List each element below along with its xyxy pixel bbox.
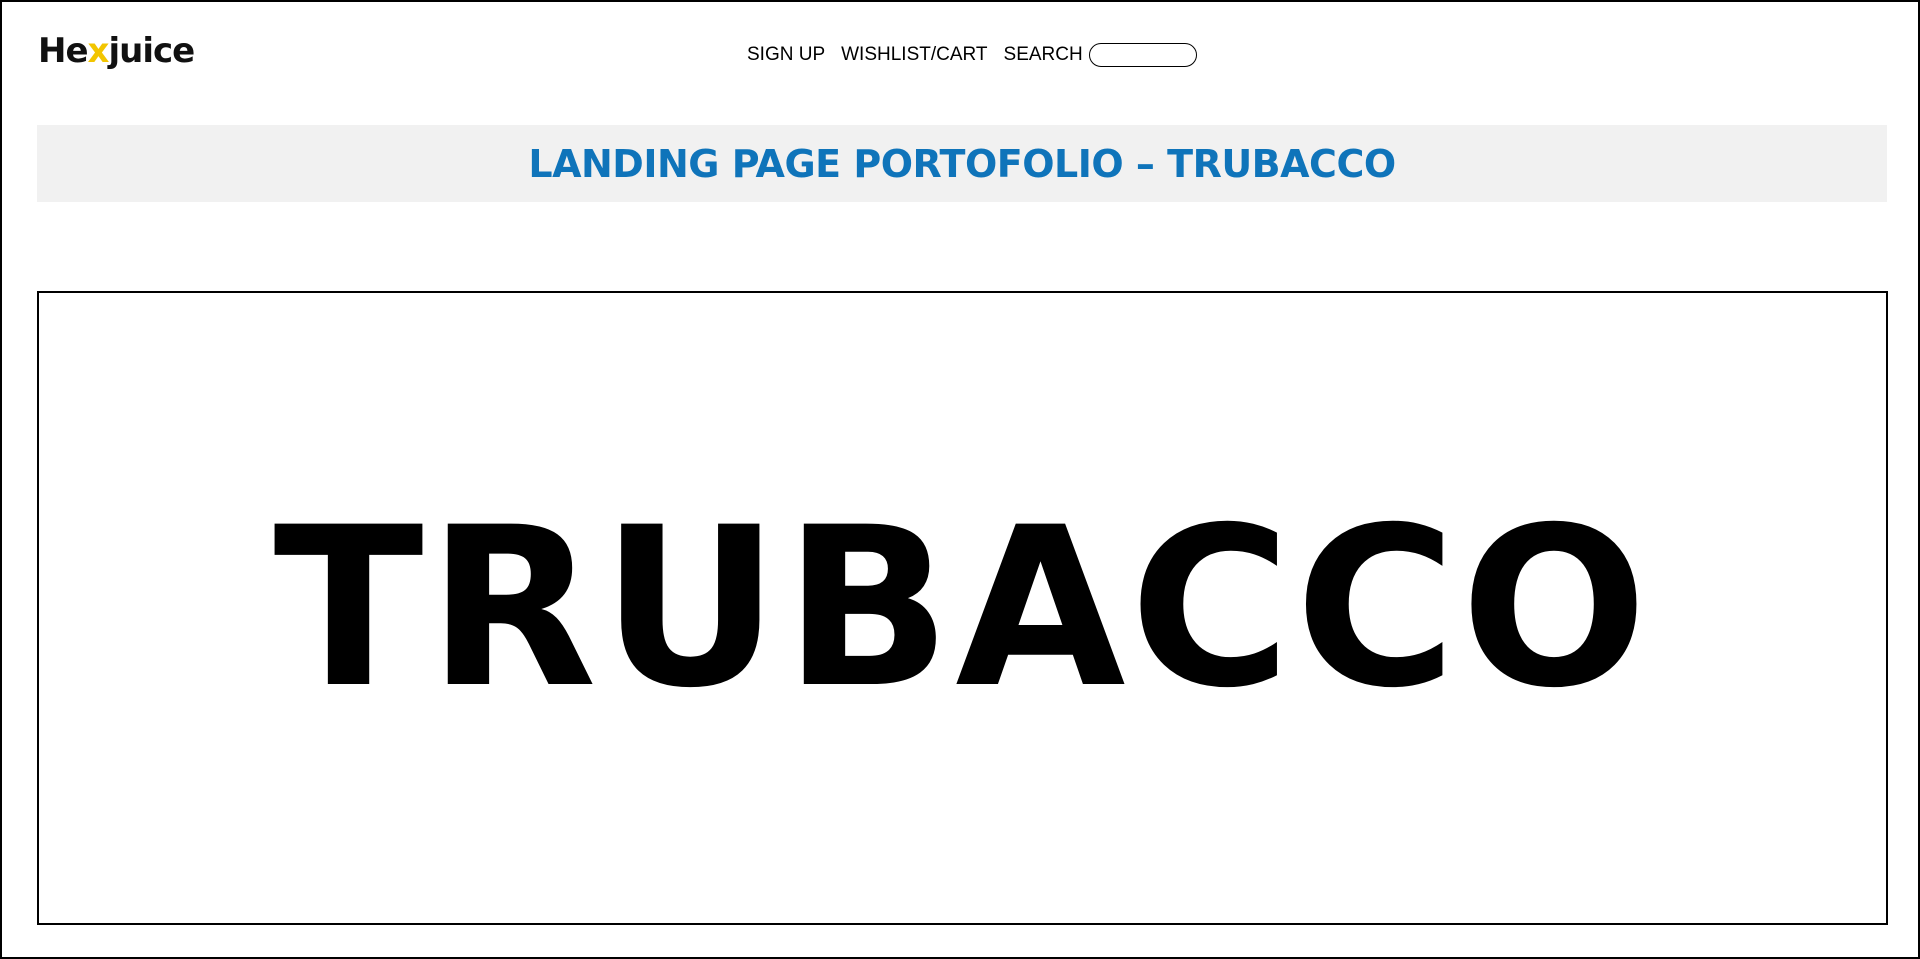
nav-wishlist-cart-link[interactable]: WISHLIST/CART: [841, 43, 987, 67]
search-input[interactable]: [1088, 43, 1197, 67]
top-nav: SIGN UP WISHLIST/CART SEARCH: [747, 42, 1197, 68]
search-label: SEARCH: [1003, 44, 1083, 65]
nav-signup-link[interactable]: SIGN UP: [747, 43, 825, 67]
site-logo[interactable]: Hexjuice: [38, 31, 195, 71]
logo-accent-letter: x: [87, 31, 110, 71]
portfolio-hero-card[interactable]: TRUBACCO: [37, 291, 1888, 925]
logo-suffix: juice: [108, 31, 195, 71]
page-title-banner: LANDING PAGE PORTOFOLIO – TRUBACCO: [37, 125, 1887, 202]
page-frame: Hexjuice SIGN UP WISHLIST/CART SEARCH LA…: [0, 0, 1920, 959]
page-title: LANDING PAGE PORTOFOLIO – TRUBACCO: [528, 141, 1396, 186]
hero-wordmark: TRUBACCO: [273, 480, 1652, 736]
logo-prefix: He: [38, 31, 89, 71]
